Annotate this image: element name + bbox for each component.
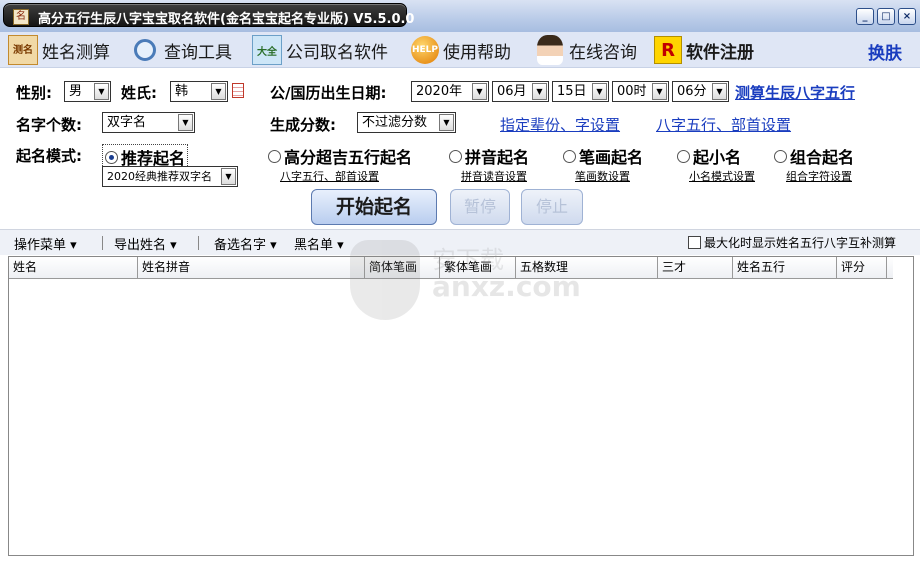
pinyin-setting-link[interactable]: 拼音读音设置 xyxy=(461,168,527,184)
dropdown-arrow-icon: ▼ xyxy=(211,83,226,100)
menu-operations[interactable]: 操作菜单 ▾ xyxy=(14,234,77,253)
radio-selected-icon xyxy=(105,150,118,164)
pause-button[interactable]: 暂停 xyxy=(450,189,510,225)
title-bar: 名 高分五行生辰八字宝宝取名软件(金名宝宝起名专业版) V5.5.0.0 _ □… xyxy=(0,0,920,32)
dropdown-arrow-icon: ▼ xyxy=(652,83,667,100)
dropdown-arrow-icon: ▼ xyxy=(439,114,454,131)
dropdown-arrow-icon: ▼ xyxy=(712,83,727,100)
name-test-icon: 测名 xyxy=(8,35,38,65)
column-header[interactable]: 姓名 xyxy=(9,257,138,279)
column-header[interactable]: 评分 xyxy=(837,257,887,279)
company-icon: 大全 xyxy=(252,35,282,65)
toolbar-query-tools[interactable]: 查询工具 xyxy=(130,34,232,66)
results-table[interactable]: 姓名 姓名拼音 简体笔画 繁体笔画 五格数理 三才 姓名五行 评分 xyxy=(8,256,914,556)
toolbar-label: 查询工具 xyxy=(164,42,232,63)
radio-icon xyxy=(563,149,576,163)
consultant-icon xyxy=(535,35,565,65)
register-icon: R xyxy=(654,36,682,64)
mode-pinyin-radio[interactable]: 拼音起名 xyxy=(449,144,529,168)
day-select[interactable]: 15日 ▼ xyxy=(552,81,609,102)
dropdown-arrow-icon: ▼ xyxy=(221,168,236,185)
mode-label: 起名模式: xyxy=(16,147,82,165)
radio-icon xyxy=(449,149,462,163)
window-controls: _ □ × xyxy=(856,8,916,25)
window-title: 高分五行生辰八字宝宝取名软件(金名宝宝起名专业版) V5.5.0.0 xyxy=(38,12,415,27)
minute-select[interactable]: 06分 ▼ xyxy=(672,81,729,102)
column-header[interactable]: 五格数理 xyxy=(516,257,658,279)
column-header[interactable]: 姓名拼音 xyxy=(138,257,365,279)
column-header[interactable]: 三才 xyxy=(658,257,733,279)
name-count-select[interactable]: 双字名 ▼ xyxy=(102,112,195,133)
minimize-icon[interactable]: _ xyxy=(856,8,874,25)
help-icon: HELP xyxy=(411,36,439,64)
menu-export-names[interactable]: 导出姓名 ▾ xyxy=(114,234,177,253)
divider xyxy=(102,236,103,250)
generation-char-link[interactable]: 指定辈份、字设置 xyxy=(500,114,620,135)
gender-select[interactable]: 男 ▼ xyxy=(64,81,111,102)
bazi-calc-link[interactable]: 测算生辰八字五行 xyxy=(735,82,855,103)
bazi-radical-link[interactable]: 八字五行、部首设置 xyxy=(656,114,791,135)
maximize-show-analysis-checkbox[interactable]: 最大化时显示姓名五行八字互补测算 xyxy=(687,234,896,251)
dropdown-arrow-icon: ▼ xyxy=(592,83,607,100)
dropdown-arrow-icon: ▼ xyxy=(94,83,109,100)
dropdown-arrow-icon: ▼ xyxy=(472,83,487,100)
column-header[interactable]: 繁体笔画 xyxy=(440,257,516,279)
toolbar-label: 在线咨询 xyxy=(569,42,637,63)
toolbar-help[interactable]: HELP 使用帮助 xyxy=(411,34,511,66)
toolbar-name-test[interactable]: 测名 姓名测算 xyxy=(8,34,110,66)
menu-blacklist[interactable]: 黑名单 ▾ xyxy=(294,234,344,253)
birth-date-label: 公/国历出生日期: xyxy=(270,84,387,102)
toolbar-label: 使用帮助 xyxy=(443,42,511,63)
combo-setting-link[interactable]: 组合字符设置 xyxy=(786,168,852,184)
dropdown-arrow-icon: ▼ xyxy=(178,114,193,131)
app-icon: 名 xyxy=(13,9,29,25)
title-pill: 名 高分五行生辰八字宝宝取名软件(金名宝宝起名专业版) V5.5.0.0 xyxy=(3,3,414,27)
mode-wuxing-radio[interactable]: 高分超吉五行起名 xyxy=(268,144,412,168)
year-select[interactable]: 2020年 ▼ xyxy=(411,81,489,102)
wuxing-radical-setting-link[interactable]: 八字五行、部首设置 xyxy=(280,168,379,184)
toolbar-company-naming[interactable]: 大全 公司取名软件 xyxy=(252,34,388,66)
dropdown-arrow-icon: ▼ xyxy=(532,83,547,100)
table-header: 姓名 姓名拼音 简体笔画 繁体笔画 五格数理 三才 姓名五行 评分 xyxy=(9,257,893,279)
surname-label: 姓氏: xyxy=(121,84,157,102)
divider xyxy=(198,236,199,250)
stroke-setting-link[interactable]: 笔画数设置 xyxy=(575,168,630,184)
mode-combo-radio[interactable]: 组合起名 xyxy=(774,144,854,168)
magnifier-icon xyxy=(130,35,160,65)
hour-select[interactable]: 00时 ▼ xyxy=(612,81,669,102)
toolbar-label: 公司取名软件 xyxy=(286,42,388,63)
column-header[interactable]: 简体笔画 xyxy=(365,257,440,279)
start-naming-button[interactable]: 开始起名 xyxy=(311,189,437,225)
mode-stroke-radio[interactable]: 笔画起名 xyxy=(563,144,643,168)
surname-select[interactable]: 韩 ▼ xyxy=(170,81,228,102)
checkbox-icon xyxy=(687,236,701,249)
close-icon[interactable]: × xyxy=(898,8,916,25)
maximize-icon[interactable]: □ xyxy=(877,8,895,25)
toolbar-register[interactable]: R 软件注册 xyxy=(654,34,754,66)
nickname-setting-link[interactable]: 小名模式设置 xyxy=(689,168,755,184)
mode-nickname-radio[interactable]: 起小名 xyxy=(677,144,741,168)
skin-button[interactable]: 换肤 xyxy=(868,39,902,64)
name-count-label: 名字个数: xyxy=(16,116,82,134)
gender-label: 性别: xyxy=(16,84,52,102)
radio-icon xyxy=(677,149,690,163)
toolbar-online-consult[interactable]: 在线咨询 xyxy=(535,34,637,66)
radio-icon xyxy=(774,149,787,163)
radio-icon xyxy=(268,149,281,163)
menu-candidate-names[interactable]: 备选名字 ▾ xyxy=(214,234,277,253)
toolbar-label: 软件注册 xyxy=(686,42,754,63)
action-menubar: 操作菜单 ▾ 导出姓名 ▾ 备选名字 ▾ 黑名单 ▾ 最大化时显示姓名五行八字互… xyxy=(0,229,920,255)
notes-icon[interactable] xyxy=(232,83,244,98)
score-label: 生成分数: xyxy=(270,116,336,134)
month-select[interactable]: 06月 ▼ xyxy=(492,81,549,102)
stop-button[interactable]: 停止 xyxy=(521,189,583,225)
toolbar-label: 姓名测算 xyxy=(42,42,110,63)
toolbar: 测名 姓名测算 查询工具 大全 公司取名软件 HELP 使用帮助 在线咨询 R … xyxy=(0,32,920,68)
app-window: 名 高分五行生辰八字宝宝取名软件(金名宝宝起名专业版) V5.5.0.0 _ □… xyxy=(0,0,920,561)
column-header[interactable]: 姓名五行 xyxy=(733,257,837,279)
score-select[interactable]: 不过滤分数 ▼ xyxy=(357,112,456,133)
recommend-select[interactable]: 2020经典推荐双字名 ▼ xyxy=(102,166,238,187)
options-panel: 性别: 男 ▼ 姓氏: 韩 ▼ 公/国历出生日期: 2020年 ▼ 06月 ▼ 15日 ▼… xyxy=(0,69,920,229)
